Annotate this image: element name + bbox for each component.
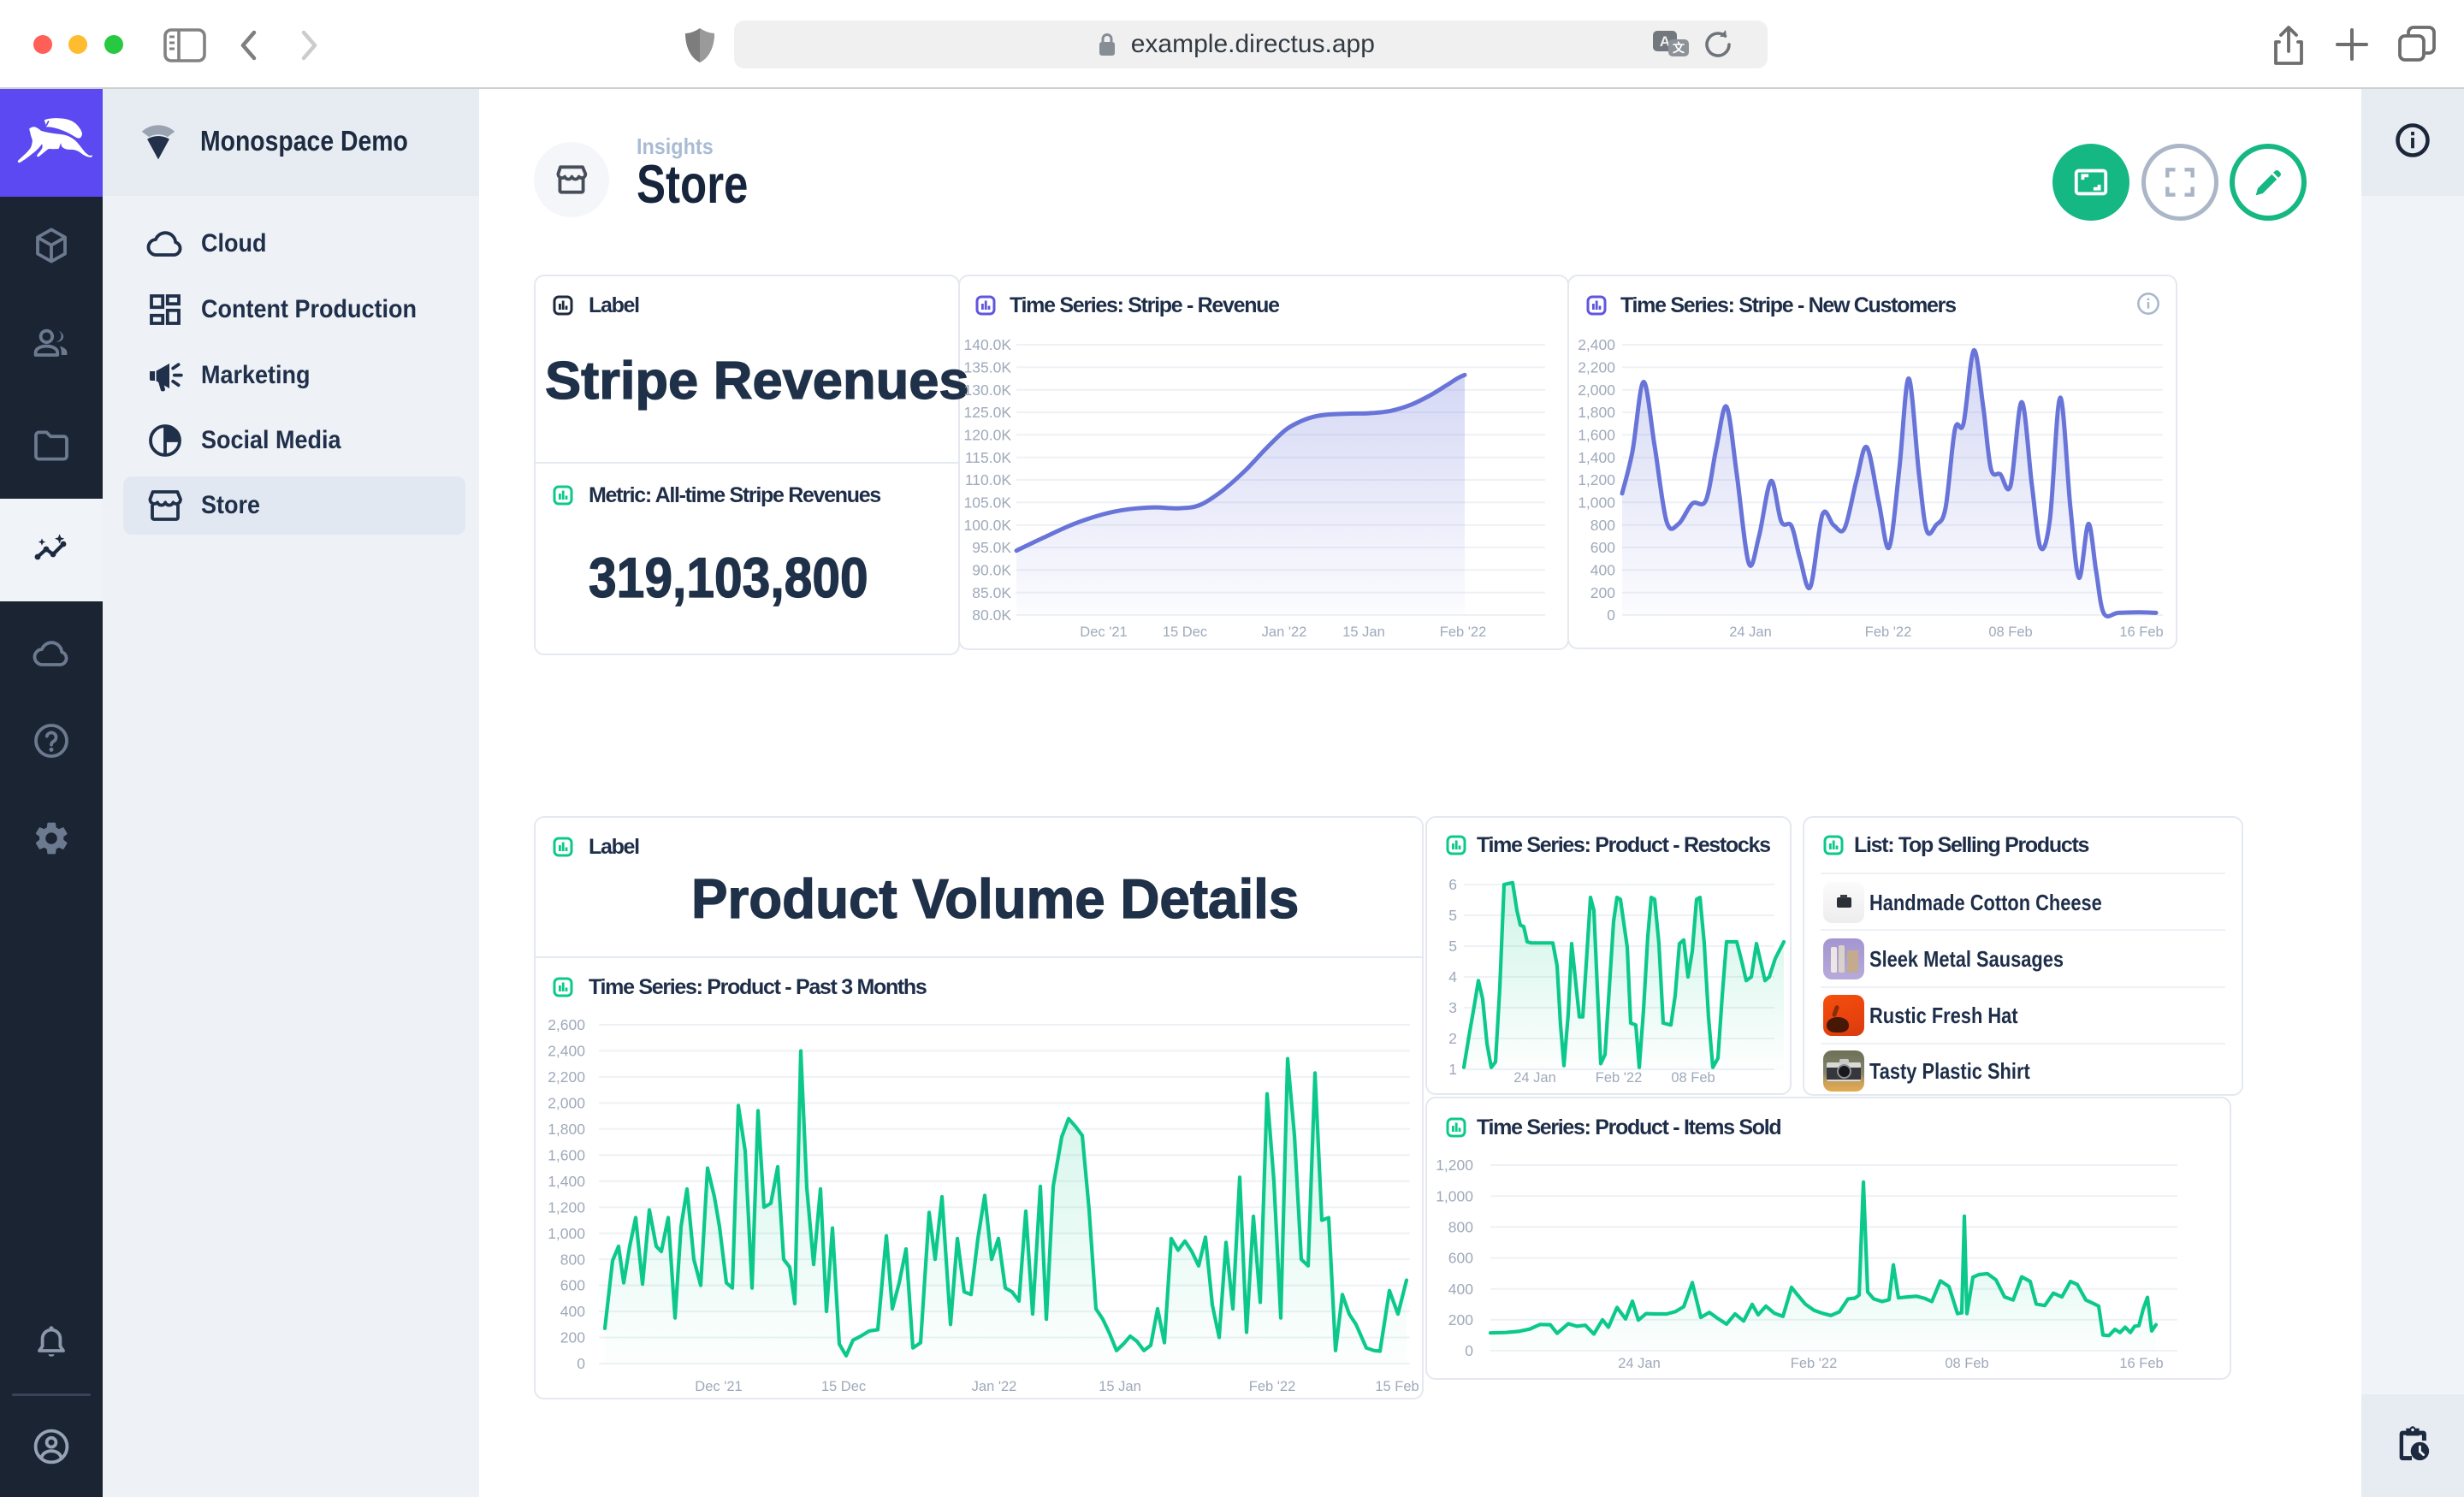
svg-text:105.0K: 105.0K bbox=[964, 494, 1012, 512]
svg-text:600: 600 bbox=[560, 1277, 585, 1294]
svg-text:15 Jan: 15 Jan bbox=[1099, 1379, 1141, 1394]
svg-text:Feb '22: Feb '22 bbox=[1596, 1070, 1643, 1086]
svg-text:24 Jan: 24 Jan bbox=[1513, 1070, 1556, 1086]
svg-text:1,400: 1,400 bbox=[1578, 449, 1615, 466]
svg-text:80.0K: 80.0K bbox=[972, 606, 1011, 624]
svg-text:5: 5 bbox=[1448, 907, 1457, 924]
svg-text:Feb '22: Feb '22 bbox=[1440, 624, 1487, 640]
svg-text:1,000: 1,000 bbox=[548, 1225, 585, 1242]
svg-text:95.0K: 95.0K bbox=[972, 539, 1011, 556]
svg-text:15 Dec: 15 Dec bbox=[821, 1379, 866, 1394]
svg-text:1: 1 bbox=[1448, 1061, 1457, 1078]
svg-text:24 Jan: 24 Jan bbox=[1618, 1356, 1661, 1371]
svg-text:16 Feb: 16 Feb bbox=[2119, 624, 2163, 640]
svg-text:0: 0 bbox=[1465, 1342, 1473, 1359]
svg-text:600: 600 bbox=[1590, 539, 1615, 556]
svg-text:08 Feb: 08 Feb bbox=[1988, 624, 2032, 640]
svg-text:0: 0 bbox=[1607, 606, 1615, 624]
svg-text:1,600: 1,600 bbox=[1578, 427, 1615, 444]
svg-text:110.0K: 110.0K bbox=[965, 471, 1011, 488]
svg-text:1,400: 1,400 bbox=[548, 1173, 585, 1190]
svg-text:15 Jan: 15 Jan bbox=[1342, 624, 1385, 640]
svg-text:Feb '22: Feb '22 bbox=[1249, 1379, 1296, 1394]
svg-text:16 Feb: 16 Feb bbox=[2119, 1356, 2163, 1371]
svg-text:1,800: 1,800 bbox=[1578, 404, 1615, 421]
svg-text:2,400: 2,400 bbox=[548, 1043, 585, 1060]
svg-text:100.0K: 100.0K bbox=[964, 517, 1012, 534]
svg-text:90.0K: 90.0K bbox=[972, 562, 1011, 579]
svg-text:08 Feb: 08 Feb bbox=[1945, 1356, 1988, 1371]
svg-text:800: 800 bbox=[1448, 1219, 1473, 1236]
svg-text:0: 0 bbox=[577, 1355, 585, 1372]
svg-text:6: 6 bbox=[1448, 876, 1457, 893]
svg-text:Feb '22: Feb '22 bbox=[1865, 624, 1912, 640]
svg-text:2,600: 2,600 bbox=[548, 1016, 585, 1033]
svg-text:125.0K: 125.0K bbox=[964, 404, 1012, 421]
svg-text:15 Feb: 15 Feb bbox=[1375, 1379, 1419, 1394]
svg-text:2,200: 2,200 bbox=[548, 1068, 585, 1086]
svg-text:Feb '22: Feb '22 bbox=[1791, 1356, 1838, 1371]
svg-text:Jan '22: Jan '22 bbox=[1262, 624, 1307, 640]
svg-text:800: 800 bbox=[1590, 517, 1615, 534]
svg-text:200: 200 bbox=[560, 1329, 585, 1346]
svg-text:08 Feb: 08 Feb bbox=[1671, 1070, 1715, 1086]
svg-text:2: 2 bbox=[1448, 1030, 1457, 1047]
svg-text:1,000: 1,000 bbox=[1578, 494, 1615, 512]
svg-text:Jan '22: Jan '22 bbox=[972, 1379, 1017, 1394]
svg-text:Dec '21: Dec '21 bbox=[1080, 624, 1127, 640]
svg-text:1,600: 1,600 bbox=[548, 1146, 585, 1163]
svg-text:24 Jan: 24 Jan bbox=[1729, 624, 1772, 640]
svg-text:1,200: 1,200 bbox=[1436, 1157, 1473, 1174]
svg-text:1,000: 1,000 bbox=[1436, 1187, 1473, 1204]
svg-text:120.0K: 120.0K bbox=[964, 427, 1012, 444]
svg-text:600: 600 bbox=[1448, 1250, 1473, 1267]
svg-text:400: 400 bbox=[1448, 1281, 1473, 1298]
svg-text:2,400: 2,400 bbox=[1578, 336, 1615, 353]
svg-text:2,000: 2,000 bbox=[1578, 382, 1615, 399]
svg-text:130.0K: 130.0K bbox=[964, 382, 1012, 399]
svg-text:800: 800 bbox=[560, 1251, 585, 1268]
svg-text:135.0K: 135.0K bbox=[964, 359, 1012, 376]
svg-text:2,000: 2,000 bbox=[548, 1095, 585, 1112]
svg-text:400: 400 bbox=[1590, 562, 1615, 579]
svg-text:1,200: 1,200 bbox=[1578, 471, 1615, 488]
svg-text:2,200: 2,200 bbox=[1578, 359, 1615, 376]
svg-text:115.0K: 115.0K bbox=[965, 449, 1011, 466]
svg-text:140.0K: 140.0K bbox=[964, 336, 1012, 353]
svg-text:Dec '21: Dec '21 bbox=[695, 1379, 742, 1394]
svg-text:1,800: 1,800 bbox=[548, 1121, 585, 1138]
svg-text:3: 3 bbox=[1448, 999, 1457, 1016]
svg-text:200: 200 bbox=[1448, 1311, 1473, 1328]
svg-text:5: 5 bbox=[1448, 938, 1457, 955]
svg-text:200: 200 bbox=[1590, 584, 1615, 601]
svg-text:1,200: 1,200 bbox=[548, 1198, 585, 1216]
svg-text:85.0K: 85.0K bbox=[972, 584, 1011, 601]
svg-text:15 Dec: 15 Dec bbox=[1163, 624, 1207, 640]
svg-text:4: 4 bbox=[1448, 968, 1457, 985]
svg-text:400: 400 bbox=[560, 1303, 585, 1320]
